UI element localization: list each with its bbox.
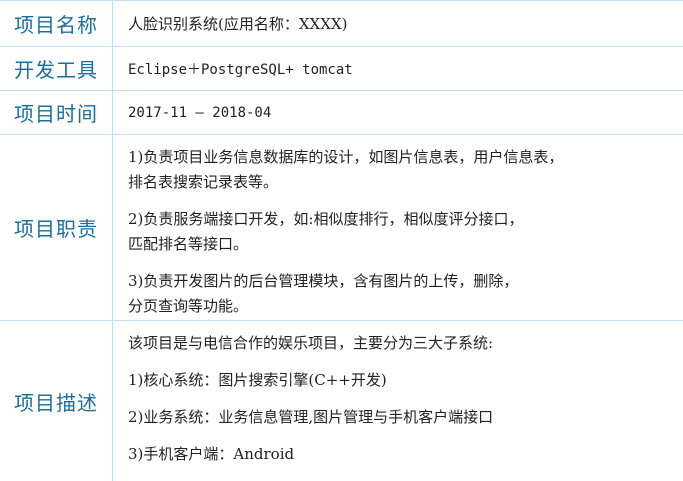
project-name-value: 人脸识别系统(应用名称：XXXX) <box>128 15 348 33</box>
responsibility-2-line-1: 2)负责服务端接口开发，如:相似度排行，相似度评分接口， <box>128 210 524 228</box>
description-value: 该项目是与电信合作的娱乐项目，主要分为三大子系统: 1)核心系统：图片搜索引擎(… <box>114 321 683 481</box>
project-name-label: 项目名称 <box>0 1 113 46</box>
row-dev-tools: 开发工具 Eclipse＋PostgreSQL+ tomcat <box>0 47 683 91</box>
description-label: 项目描述 <box>0 321 113 481</box>
responsibility-3-line-2: 分页查询等功能。 <box>128 297 249 315</box>
description-intro: 该项目是与电信合作的娱乐项目，主要分为三大子系统: <box>128 334 494 352</box>
project-time-value: 2017-11 — 2018-04 <box>128 104 272 121</box>
responsibility-2-line-2: 匹配排名等接口。 <box>128 235 249 253</box>
row-description: 项目描述 该项目是与电信合作的娱乐项目，主要分为三大子系统: 1)核心系统：图片… <box>0 321 683 481</box>
responsibilities-label: 项目职责 <box>0 135 113 320</box>
row-responsibilities: 项目职责 1)负责项目业务信息数据库的设计，如图片信息表，用户信息表， 排名表搜… <box>0 135 683 321</box>
responsibility-1-line-2: 排名表搜索记录表等。 <box>128 173 279 191</box>
description-item-3: 3)手机客户端：Android <box>128 445 295 463</box>
description-item-2: 2)业务系统：业务信息管理,图片管理与手机客户端接口 <box>128 408 494 426</box>
row-project-time: 项目时间 2017-11 — 2018-04 <box>0 91 683 135</box>
description-item-1: 1)核心系统：图片搜索引擎(C++开发) <box>128 371 387 389</box>
dev-tools-value: Eclipse＋PostgreSQL+ tomcat <box>128 61 353 78</box>
responsibilities-value: 1)负责项目业务信息数据库的设计，如图片信息表，用户信息表， 排名表搜索记录表等… <box>114 135 683 320</box>
row-project-name: 项目名称 人脸识别系统(应用名称：XXXX) <box>0 1 683 47</box>
responsibility-1-line-1: 1)负责项目业务信息数据库的设计，如图片信息表，用户信息表， <box>128 148 564 166</box>
project-info-table: 项目名称 人脸识别系统(应用名称：XXXX) 开发工具 Eclipse＋Post… <box>0 0 683 481</box>
responsibility-3-line-1: 3)负责开发图片的后台管理模块，含有图片的上传，删除， <box>128 272 519 290</box>
dev-tools-label: 开发工具 <box>0 47 113 90</box>
project-time-label: 项目时间 <box>0 91 113 134</box>
